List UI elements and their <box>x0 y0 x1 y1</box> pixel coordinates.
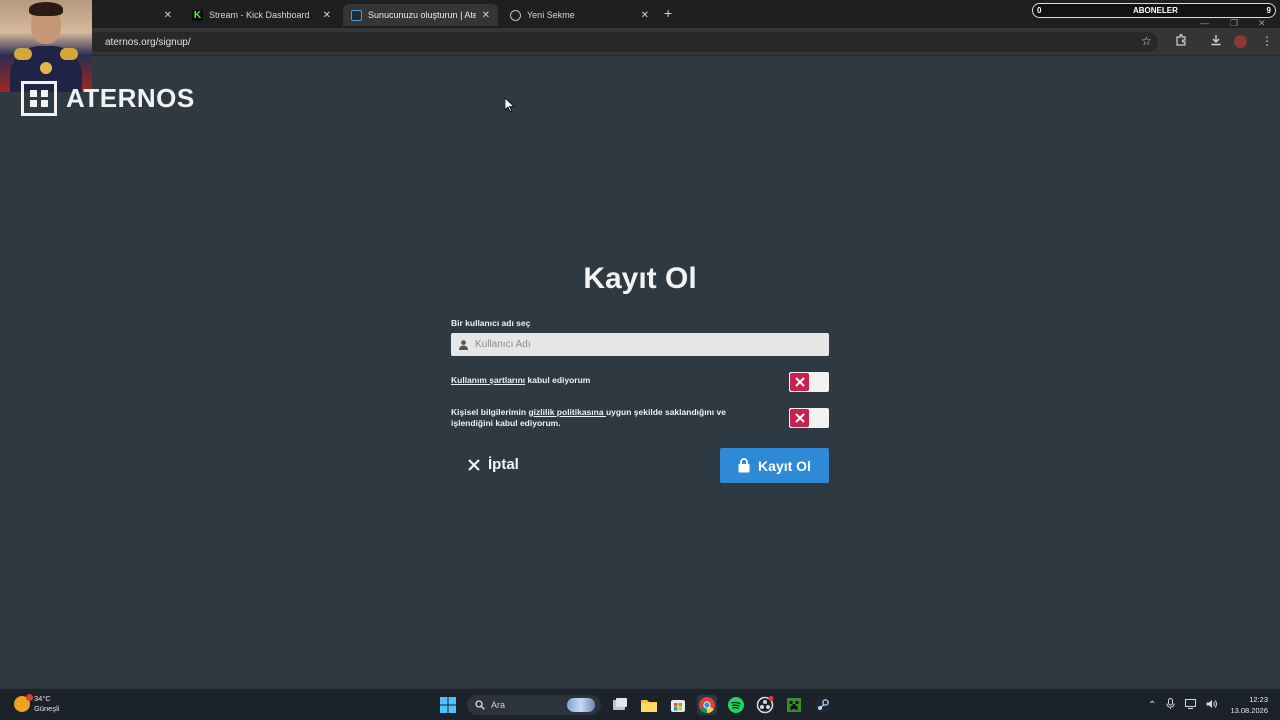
address-bar[interactable]: aternos.org/signup/ <box>88 32 1158 52</box>
minecraft-icon[interactable] <box>784 695 804 715</box>
terms-text: Kullanım şartlarını kabul ediyorum <box>451 375 761 386</box>
chrome-icon[interactable] <box>697 695 717 715</box>
signup-label: Kayıt Ol <box>758 457 811 474</box>
kick-favicon-icon: K <box>192 9 203 21</box>
user-icon <box>459 339 468 350</box>
taskbar-search[interactable]: Ara <box>467 695 601 715</box>
subscriber-count: 0 <box>1037 6 1042 15</box>
spotify-icon[interactable] <box>726 695 746 715</box>
weather-desc: Güneşli <box>34 704 60 713</box>
download-icon[interactable] <box>1210 34 1222 49</box>
search-placeholder: Ara <box>491 700 506 710</box>
tab-title: Yeni Sekme <box>527 10 575 20</box>
terms-link[interactable]: Kullanım şartlarını <box>451 375 525 385</box>
file-explorer-icon[interactable] <box>639 695 659 715</box>
clock-time: 12:23 <box>1249 695 1268 704</box>
tab-new-tab[interactable]: Yeni Sekme ✕ <box>502 4 657 26</box>
username-input[interactable] <box>475 339 805 350</box>
windows-taskbar: 34°C Güneşli Ara ⌃ 12:23 13.08.2026 <box>0 688 1280 720</box>
username-field[interactable] <box>451 333 829 356</box>
aternos-logo[interactable]: ATERNOS <box>21 81 195 116</box>
network-icon[interactable] <box>1185 698 1197 712</box>
microsoft-store-icon[interactable] <box>668 695 688 715</box>
weather-widget[interactable]: 34°C Güneşli <box>14 694 59 714</box>
profile-avatar[interactable] <box>1234 35 1247 48</box>
aternos-favicon-icon <box>351 9 362 21</box>
privacy-toggle[interactable] <box>789 408 829 428</box>
subscriber-label: ABONELER <box>1133 6 1178 15</box>
close-tab-icon[interactable]: ✕ <box>482 10 490 21</box>
close-icon <box>794 413 805 423</box>
weather-temp: 34°C <box>34 694 51 703</box>
close-tab-icon[interactable]: ✕ <box>641 10 649 21</box>
page-title: Kayıt Ol <box>583 262 697 295</box>
extensions-icon[interactable] <box>1175 33 1187 49</box>
obs-icon[interactable] <box>755 695 775 715</box>
subscriber-goal-overlay: 0 ABONELER 9 <box>1032 3 1276 18</box>
privacy-text: Kişisel bilgilerimin gizlilik politikası… <box>451 407 761 429</box>
windows-start-icon[interactable] <box>438 695 458 715</box>
privacy-link[interactable]: gizlilik politikasına <box>528 407 605 417</box>
clock-date: 13.08.2026 <box>1230 706 1268 715</box>
privacy-row: Kişisel bilgilerimin gizlilik politikası… <box>451 407 829 429</box>
terms-suffix: kabul ediyorum <box>525 375 591 385</box>
menu-more-icon[interactable]: ⋮ <box>1261 34 1273 48</box>
search-icon <box>475 700 485 710</box>
cancel-label: İptal <box>488 456 519 473</box>
tab-title: Stream - Kick Dashboard <box>209 10 310 20</box>
subscriber-goal: 9 <box>1266 6 1271 15</box>
close-icon <box>794 377 805 387</box>
chrome-favicon-icon <box>510 9 521 21</box>
terms-toggle[interactable] <box>789 372 829 392</box>
new-tab-button[interactable]: + <box>664 5 672 21</box>
browser-tab-bar: ✕ K Stream - Kick Dashboard ✕ Sunucunuzu… <box>0 0 1280 28</box>
steam-icon[interactable] <box>813 695 833 715</box>
cancel-button[interactable]: İptal <box>468 456 519 473</box>
signup-button[interactable]: Kayıt Ol <box>720 448 829 483</box>
terms-row: Kullanım şartlarını kabul ediyorum <box>451 372 829 392</box>
microphone-icon[interactable] <box>1166 698 1176 712</box>
volume-icon[interactable] <box>1206 699 1218 712</box>
lock-icon <box>738 458 750 473</box>
system-tray: ⌃ <box>1148 698 1227 712</box>
tab-0[interactable]: ✕ <box>92 4 180 26</box>
toggle-off-knob <box>790 409 809 427</box>
close-icon <box>468 458 480 471</box>
close-tab-icon[interactable]: ✕ <box>164 10 172 21</box>
privacy-prefix: Kişisel bilgilerimin <box>451 407 529 417</box>
tab-aternos-signup[interactable]: Sunucunuzu oluşturun | Aterno ✕ <box>343 4 498 26</box>
bookmark-star-icon[interactable]: ☆ <box>1141 34 1152 48</box>
task-view-icon[interactable] <box>610 695 630 715</box>
chevron-up-icon[interactable]: ⌃ <box>1148 700 1156 711</box>
toggle-off-knob <box>790 373 809 391</box>
signup-form: Bir kullanıcı adı seç Kullanım şartların… <box>451 318 829 483</box>
webcam-overlay <box>0 0 92 92</box>
sun-icon <box>14 694 33 712</box>
tab-title: Sunucunuzu oluşturun | Aterno <box>368 10 476 20</box>
browser-toolbar: aternos.org/signup/ ☆ ⋮ <box>0 28 1280 56</box>
aternos-logo-icon <box>21 81 57 116</box>
tab-kick-dashboard[interactable]: K Stream - Kick Dashboard ✕ <box>184 4 339 26</box>
clock[interactable]: 12:23 13.08.2026 <box>1228 694 1268 716</box>
url-text: aternos.org/signup/ <box>105 36 191 48</box>
close-tab-icon[interactable]: ✕ <box>323 10 331 21</box>
username-label: Bir kullanıcı adı seç <box>451 318 531 328</box>
search-highlight-image <box>567 698 595 712</box>
logo-text: ATERNOS <box>66 83 195 113</box>
taskbar-apps: Ara <box>438 694 842 716</box>
minimize-icon[interactable]: — <box>1200 18 1209 28</box>
